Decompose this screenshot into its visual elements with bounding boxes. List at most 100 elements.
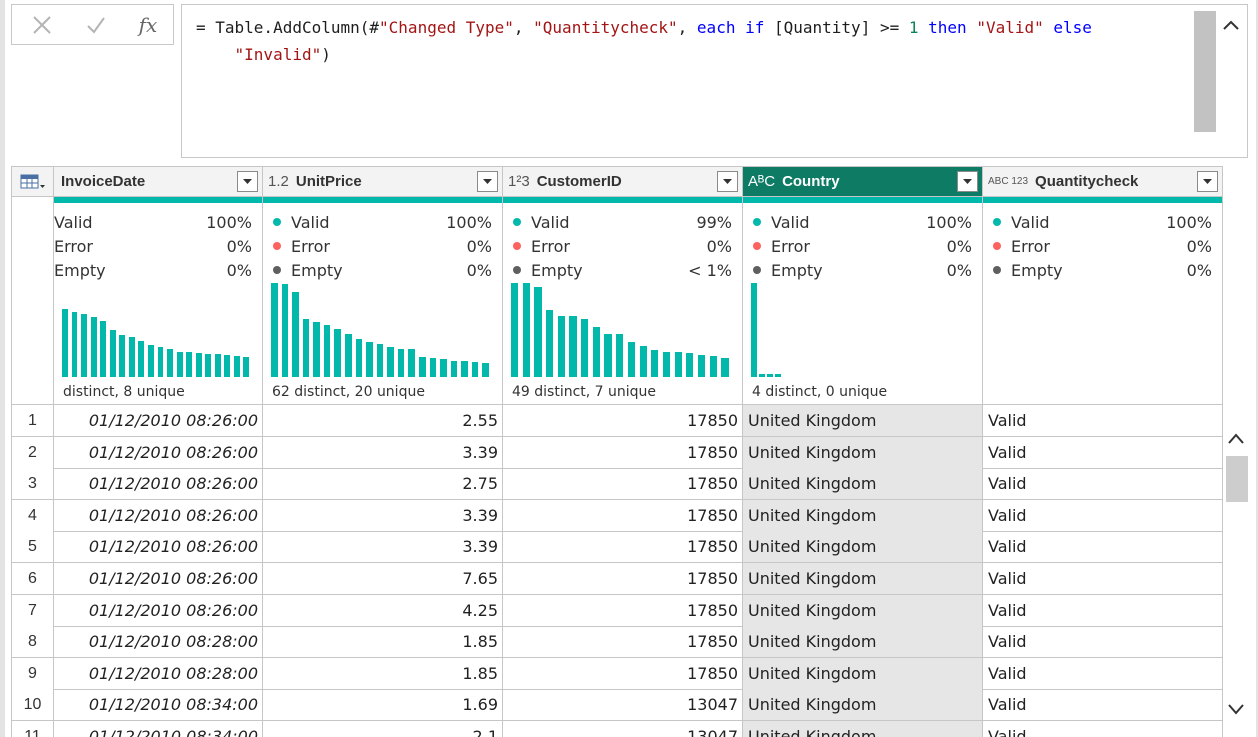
table-cell-unitprice[interactable]: 2.75 (263, 468, 503, 500)
table-cell-invoicedate[interactable]: 01/12/2010 08:26:00 (54, 437, 263, 469)
table-cell-quantitycheck[interactable]: Valid (983, 563, 1223, 595)
table-cell-country[interactable]: United Kingdom (743, 595, 983, 627)
table-cell-country[interactable]: United Kingdom (743, 500, 983, 532)
commit-formula-button[interactable] (70, 5, 122, 44)
table-cell-unitprice[interactable]: 1.85 (263, 658, 503, 690)
stat-label: Error (54, 236, 93, 256)
column-filter-dropdown[interactable] (477, 171, 498, 192)
distribution-bar (440, 358, 447, 377)
row-number[interactable]: 10 (12, 689, 54, 721)
table-cell-customerid[interactable]: 17850 (503, 468, 743, 500)
row-number[interactable]: 5 (12, 531, 54, 563)
distribution-bar (592, 326, 601, 377)
table-cell-customerid[interactable]: 17850 (503, 626, 743, 658)
table-cell-quantitycheck[interactable]: Valid (983, 437, 1223, 469)
table-cell-unitprice[interactable]: 3.39 (263, 531, 503, 563)
column-header-country[interactable]: AᴮC Country (743, 167, 983, 197)
table-cell-country[interactable]: United Kingdom (743, 721, 983, 737)
table-cell-country[interactable]: United Kingdom (743, 658, 983, 690)
column-header-customerid[interactable]: 1²3 CustomerID (503, 167, 743, 197)
row-number[interactable]: 6 (12, 563, 54, 595)
table-cell-quantitycheck[interactable]: Valid (983, 658, 1223, 690)
row-number[interactable]: 1 (12, 405, 54, 437)
column-header-invoicedate[interactable]: InvoiceDate (54, 167, 263, 197)
table-cell-quantitycheck[interactable]: Valid (983, 689, 1223, 721)
column-name: Quantitycheck (1035, 173, 1139, 190)
table-cell-quantitycheck[interactable]: Valid (983, 595, 1223, 627)
distribution-bar (767, 374, 773, 377)
table-cell-customerid[interactable]: 17850 (503, 500, 743, 532)
insert-function-button[interactable]: fx (122, 5, 174, 44)
table-cell-unitprice[interactable]: 2.55 (263, 405, 503, 437)
table-cell-invoicedate[interactable]: 01/12/2010 08:28:00 (54, 658, 263, 690)
table-cell-country[interactable]: United Kingdom (743, 563, 983, 595)
grid-vertical-scrollbar[interactable] (1224, 430, 1248, 737)
table-cell-invoicedate[interactable]: 01/12/2010 08:34:00 (54, 721, 263, 737)
row-number[interactable]: 11 (12, 721, 54, 737)
formula-editor[interactable]: = Table.AddColumn(#"Changed Type", "Quan… (181, 4, 1248, 158)
table-cell-unitprice[interactable]: 3.39 (263, 500, 503, 532)
column-header-quantitycheck[interactable]: ABC 123 Quantitycheck (983, 167, 1223, 197)
table-cell-unitprice[interactable]: 4.25 (263, 595, 503, 627)
table-cell-invoicedate[interactable]: 01/12/2010 08:26:00 (54, 500, 263, 532)
table-cell-unitprice[interactable]: 1.69 (263, 689, 503, 721)
table-cell-quantitycheck[interactable]: Valid (983, 531, 1223, 563)
row-number[interactable]: 9 (12, 658, 54, 690)
stat-error: Error 0% (743, 234, 972, 258)
formula-text[interactable]: = Table.AddColumn(#"Changed Type", "Quan… (196, 14, 1196, 68)
table-cell-invoicedate[interactable]: 01/12/2010 08:28:00 (54, 626, 263, 658)
table-cell-country[interactable]: United Kingdom (743, 468, 983, 500)
scroll-down-icon[interactable] (1227, 702, 1245, 716)
table-cell-customerid[interactable]: 17850 (503, 405, 743, 437)
distribution-bar (355, 339, 363, 377)
table-cell-country[interactable]: United Kingdom (743, 437, 983, 469)
table-cell-invoicedate[interactable]: 01/12/2010 08:26:00 (54, 531, 263, 563)
table-menu-button[interactable] (12, 167, 54, 197)
row-number[interactable]: 3 (12, 468, 54, 500)
table-cell-customerid[interactable]: 17850 (503, 658, 743, 690)
table-cell-unitprice[interactable]: 7.65 (263, 563, 503, 595)
column-filter-dropdown[interactable] (1197, 171, 1218, 192)
collapse-formula-button[interactable] (1216, 13, 1246, 37)
table-cell-country[interactable]: United Kingdom (743, 626, 983, 658)
table-cell-country[interactable]: United Kingdom (743, 405, 983, 437)
scrollbar-thumb[interactable] (1226, 456, 1248, 502)
table-cell-country[interactable]: United Kingdom (743, 531, 983, 563)
table-cell-quantitycheck[interactable]: Valid (983, 405, 1223, 437)
table-cell-invoicedate[interactable]: 01/12/2010 08:34:00 (54, 689, 263, 721)
table-cell-customerid[interactable]: 17850 (503, 563, 743, 595)
table-cell-customerid[interactable]: 17850 (503, 437, 743, 469)
cancel-formula-button[interactable] (16, 5, 68, 44)
column-name: Country (782, 173, 840, 190)
column-filter-dropdown[interactable] (957, 171, 978, 192)
formula-scrollbar-thumb[interactable] (1194, 11, 1216, 132)
table-cell-unitprice[interactable]: 2.1 (263, 721, 503, 737)
table-cell-unitprice[interactable]: 3.39 (263, 437, 503, 469)
distribution-bar (721, 358, 729, 377)
chevron-down-icon (723, 179, 732, 184)
table-cell-quantitycheck[interactable]: Valid (983, 626, 1223, 658)
table-cell-customerid[interactable]: 13047 (503, 721, 743, 737)
distribution-bar (214, 354, 221, 377)
table-cell-customerid[interactable]: 17850 (503, 531, 743, 563)
table-cell-country[interactable]: United Kingdom (743, 689, 983, 721)
column-filter-dropdown[interactable] (237, 171, 258, 192)
row-number[interactable]: 7 (12, 595, 54, 627)
table-cell-invoicedate[interactable]: 01/12/2010 08:26:00 (54, 595, 263, 627)
table-cell-invoicedate[interactable]: 01/12/2010 08:26:00 (54, 468, 263, 500)
column-header-unitprice[interactable]: 1.2 UnitPrice (263, 167, 503, 197)
row-number[interactable]: 4 (12, 500, 54, 532)
row-number[interactable]: 2 (12, 437, 54, 469)
table-cell-customerid[interactable]: 13047 (503, 689, 743, 721)
column-filter-dropdown[interactable] (717, 171, 738, 192)
table-cell-quantitycheck[interactable]: Valid (983, 721, 1223, 737)
scroll-up-icon[interactable] (1227, 432, 1245, 446)
distribution-bar (604, 334, 612, 377)
table-cell-quantitycheck[interactable]: Valid (983, 468, 1223, 500)
table-cell-customerid[interactable]: 17850 (503, 595, 743, 627)
table-cell-quantitycheck[interactable]: Valid (983, 500, 1223, 532)
table-cell-unitprice[interactable]: 1.85 (263, 626, 503, 658)
table-cell-invoicedate[interactable]: 01/12/2010 08:26:00 (54, 563, 263, 595)
table-cell-invoicedate[interactable]: 01/12/2010 08:26:00 (54, 405, 263, 437)
row-number[interactable]: 8 (12, 626, 54, 658)
